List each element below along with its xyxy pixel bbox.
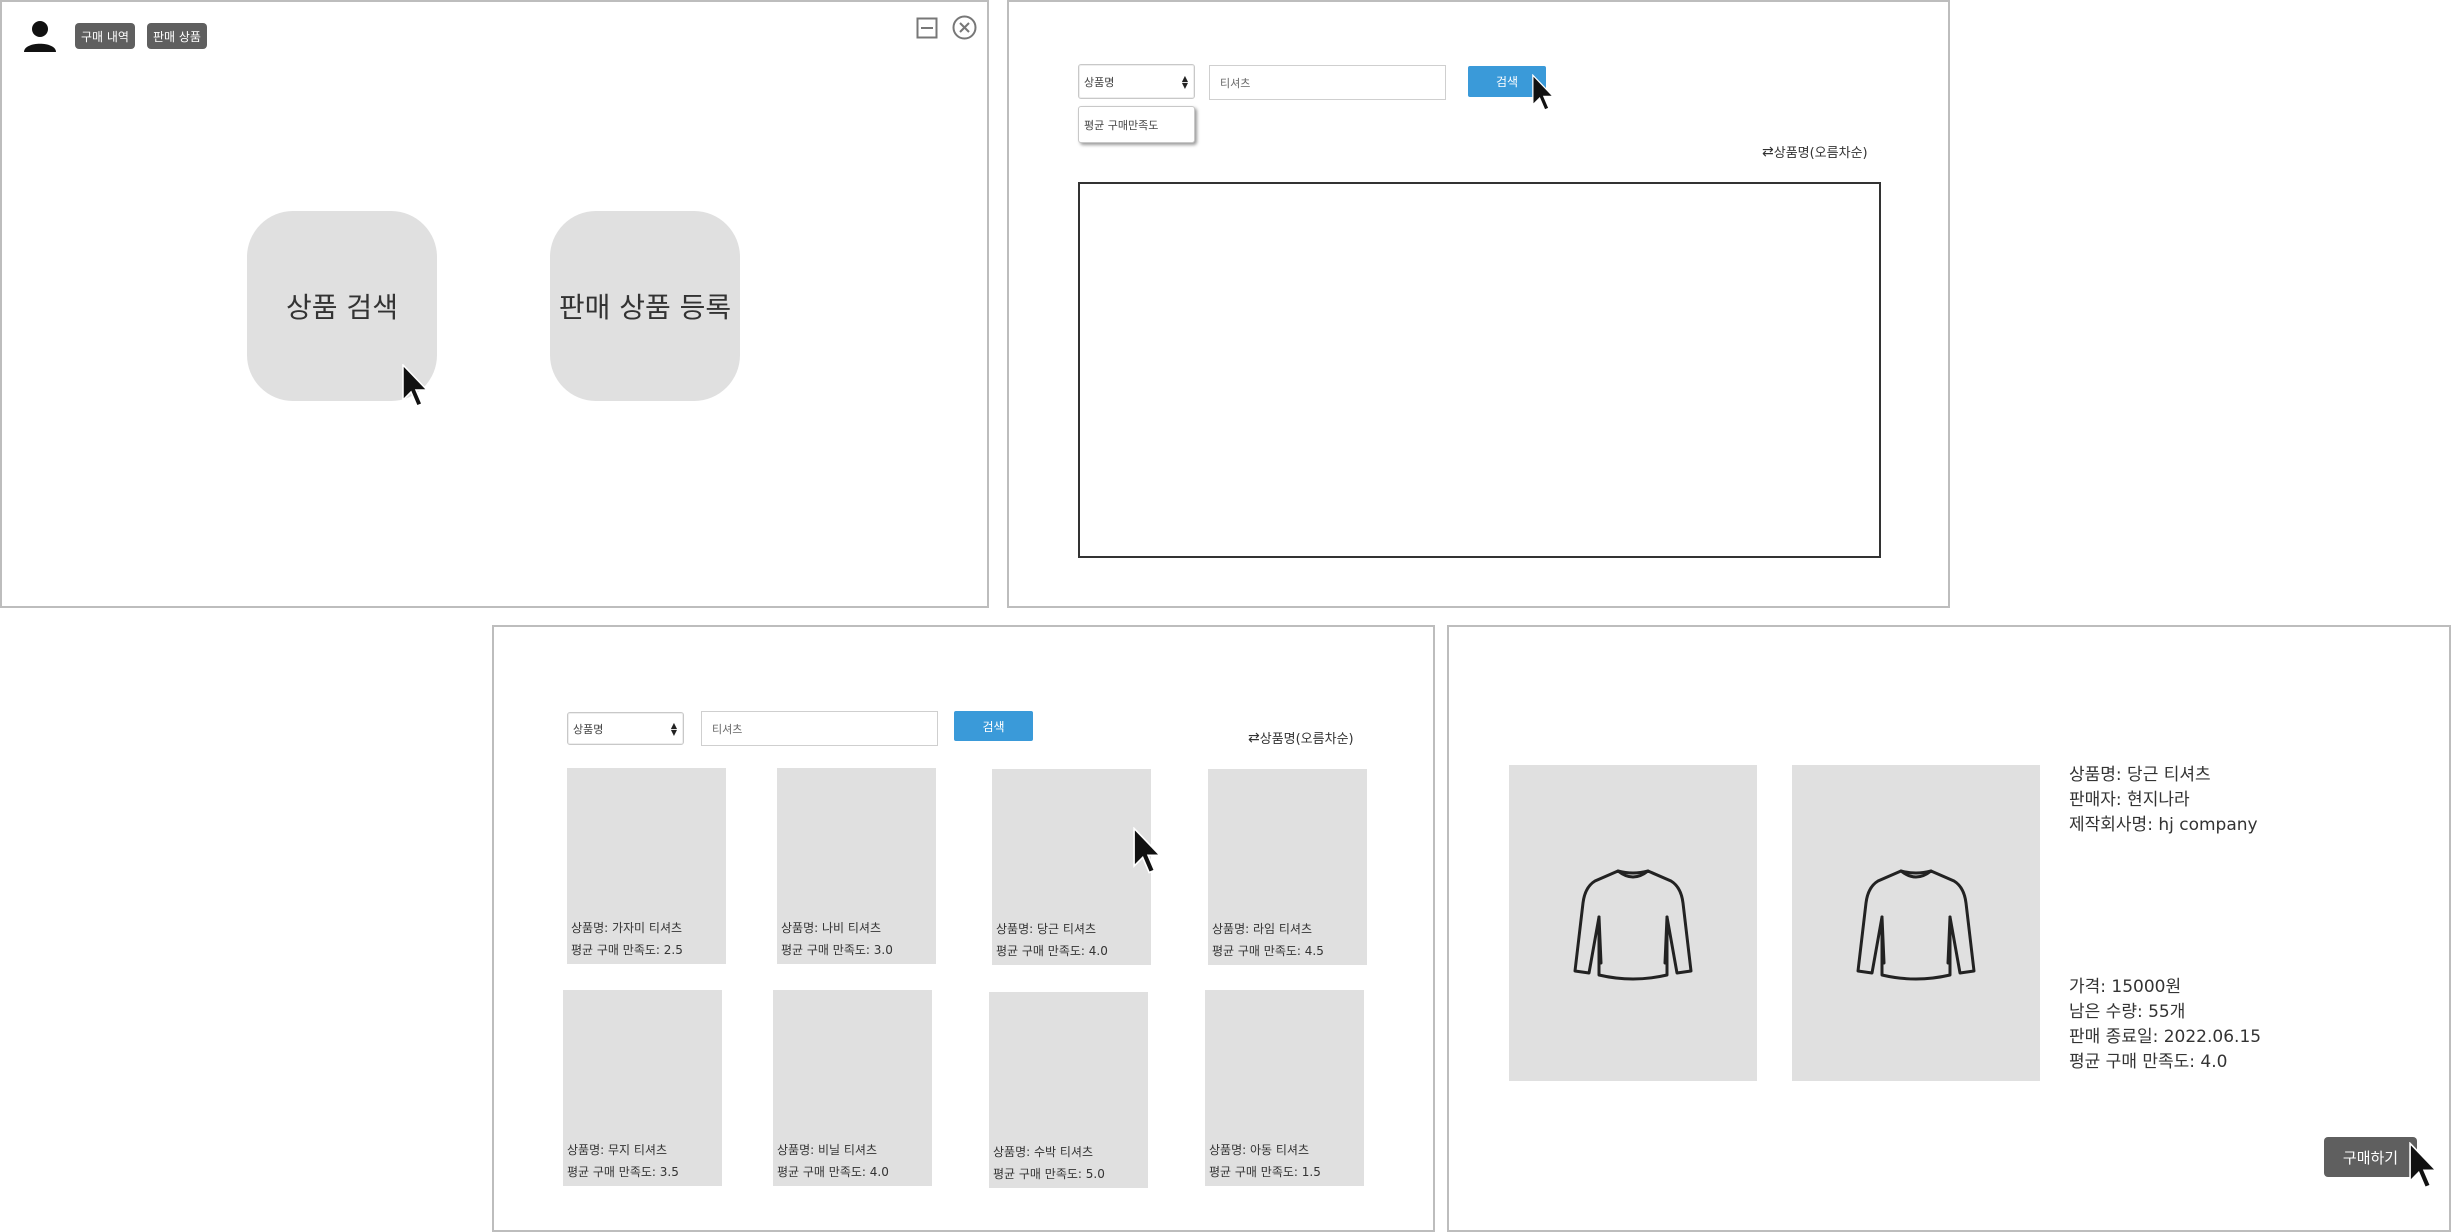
purchase-history-button[interactable]: 구매 내역 — [75, 23, 135, 49]
user-icon[interactable] — [22, 19, 58, 53]
mouse-pointer-icon — [2409, 1142, 2437, 1189]
seller-name: 판매자: 현지나라 — [2069, 790, 2190, 810]
swap-arrows-icon: ⇄ — [1762, 143, 1774, 160]
product-card[interactable]: 상품명: 비닐 티셔츠 평균 구매 만족도: 4.0 — [773, 990, 932, 1186]
register-product-button[interactable]: 판매 상품 등록 — [550, 211, 740, 401]
product-card[interactable]: 상품명: 나비 티셔츠 평균 구매 만족도: 3.0 — [777, 768, 936, 964]
search-input[interactable]: 티셔츠 — [1209, 65, 1446, 100]
long-sleeve-shirt-icon — [1573, 869, 1693, 981]
swap-arrows-icon: ⇄ — [1248, 729, 1260, 746]
sales-items-button[interactable]: 판매 상품 — [147, 23, 207, 49]
product-image — [1509, 765, 1757, 1081]
product-card[interactable]: 상품명: 무지 티셔츠 평균 구매 만족도: 3.5 — [563, 990, 722, 1186]
minimize-icon[interactable] — [916, 17, 938, 39]
sale-end-date: 판매 종료일: 2022.06.15 — [2069, 1027, 2262, 1047]
product-name: 상품명: 당근 티셔츠 — [2069, 765, 2211, 785]
search-screen-empty: 상품명 ▲ ▼ 평균 구매만족도 티셔츠 검색 ⇄ 상품명(오름차순) — [1007, 0, 1950, 608]
product-card[interactable]: 상품명: 라임 티셔츠 평균 구매 만족도: 4.5 — [1208, 769, 1367, 965]
search-field-select[interactable]: 상품명 ▲ ▼ — [1078, 64, 1195, 99]
buy-button[interactable]: 구매하기 — [2324, 1137, 2417, 1177]
select-value: 상품명 — [573, 722, 604, 736]
close-icon[interactable] — [952, 15, 977, 40]
mouse-pointer-icon — [1133, 827, 1161, 874]
mouse-pointer-icon — [1532, 74, 1554, 111]
product-card[interactable]: 상품명: 가자미 티셔츠 평균 구매 만족도: 2.5 — [567, 768, 726, 964]
results-area — [1078, 182, 1881, 558]
dropdown-option[interactable]: 평균 구매만족도 — [1078, 106, 1195, 143]
sort-toggle[interactable]: ⇄ 상품명(오름차순) — [1762, 142, 1868, 162]
product-card[interactable]: 상품명: 당근 티셔츠 평균 구매 만족도: 4.0 — [992, 769, 1151, 965]
main-menu-screen: 구매 내역 판매 상품 상품 검색 판매 상품 등록 — [0, 0, 989, 608]
product-detail-screen: 상품명: 당근 티셔츠 판매자: 현지나라 제작회사명: hj company … — [1447, 625, 2451, 1232]
select-value: 상품명 — [1084, 75, 1115, 89]
remaining-quantity: 남은 수량: 55개 — [2069, 1002, 2186, 1022]
product-card[interactable]: 상품명: 아동 티셔츠 평균 구매 만족도: 1.5 — [1205, 990, 1364, 1186]
product-card[interactable]: 상품명: 수박 티셔츠 평균 구매 만족도: 5.0 — [989, 992, 1148, 1188]
product-info-top: 상품명: 당근 티셔츠 판매자: 현지나라 제작회사명: hj company — [2069, 763, 2258, 838]
price: 가격: 15000원 — [2069, 977, 2182, 997]
search-button[interactable]: 검색 — [954, 711, 1033, 741]
sort-toggle[interactable]: ⇄ 상품명(오름차순) — [1248, 728, 1354, 748]
search-results-screen: 상품명 ▲ ▼ 티셔츠 검색 ⇄ 상품명(오름차순) 상품명: 가자미 티셔츠 평… — [492, 625, 1435, 1232]
search-field-select[interactable]: 상품명 ▲ ▼ — [567, 712, 684, 745]
product-image — [1792, 765, 2040, 1081]
average-rating: 평균 구매 만족도: 4.0 — [2069, 1052, 2228, 1072]
product-info-bottom: 가격: 15000원 남은 수량: 55개 판매 종료일: 2022.06.15… — [2069, 975, 2261, 1075]
search-input[interactable]: 티셔츠 — [701, 711, 938, 746]
long-sleeve-shirt-icon — [1856, 869, 1976, 981]
updown-arrows-icon: ▲ ▼ — [670, 720, 677, 737]
updown-arrows-icon: ▲ ▼ — [1181, 73, 1188, 90]
manufacturer-name: 제작회사명: hj company — [2069, 815, 2258, 835]
mouse-pointer-icon — [402, 364, 428, 407]
